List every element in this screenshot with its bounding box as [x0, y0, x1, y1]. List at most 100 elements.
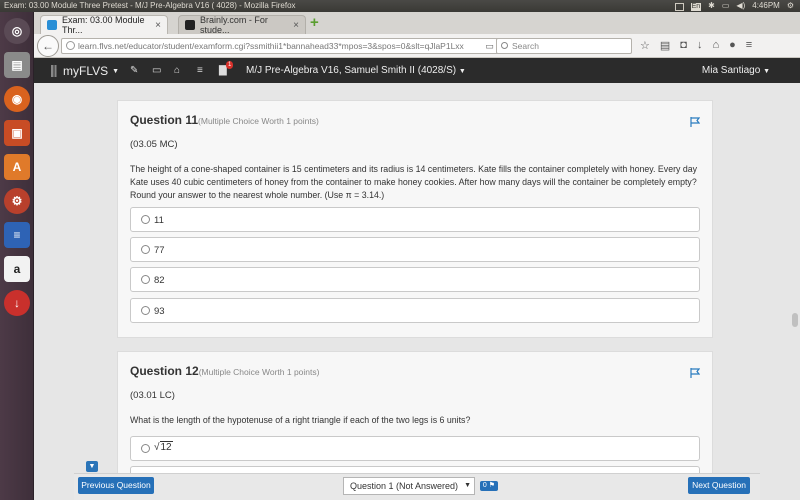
launcher: ◎ ▤ ◉ ▣ A ⚙ ≡ a ↓	[0, 12, 38, 500]
update-icon[interactable]: ↓	[4, 290, 30, 316]
download-icon[interactable]: ↓	[697, 39, 703, 52]
globe-icon	[66, 41, 75, 50]
answer-option[interactable]: 11	[130, 207, 700, 232]
previous-question-button[interactable]: Previous Question	[78, 477, 154, 494]
option-label: 77	[154, 245, 165, 256]
tab-brainly[interactable]: Brainly.com - For stude... ×	[178, 15, 306, 35]
option-label: 12	[159, 441, 173, 453]
new-tab-plus-icon[interactable]: +	[310, 15, 319, 30]
reader-view-icon[interactable]: ▭	[485, 39, 494, 53]
firefox-icon[interactable]: ◉	[4, 86, 30, 112]
chat-icon[interactable]: ●	[729, 39, 736, 52]
radio-button[interactable]	[141, 444, 150, 453]
inbox-icon[interactable]: ▭	[152, 65, 161, 76]
menu-icon[interactable]: ≡	[746, 39, 752, 52]
bookmark-star-icon[interactable]: ☆	[640, 39, 650, 52]
list-menu-icon[interactable]: ≡	[197, 65, 203, 76]
question-code: (03.05 MC)	[130, 139, 178, 150]
home-icon[interactable]: ⌂	[174, 65, 180, 76]
battery-icon[interactable]: ▭	[722, 0, 730, 12]
flvs-logo-icon	[51, 65, 59, 77]
radio-button[interactable]	[141, 215, 150, 224]
brand-menu[interactable]: myFLVS ▼	[51, 64, 119, 78]
back-button[interactable]: ←	[37, 35, 59, 57]
question-select[interactable]: Question 1 (Not Answered) ▼	[343, 477, 475, 495]
close-icon[interactable]: ×	[155, 20, 161, 31]
answer-option[interactable]: 82	[130, 267, 700, 292]
option-label: 93	[154, 306, 165, 317]
chevron-down-icon: ▼	[88, 463, 96, 470]
tab-exam[interactable]: Exam: 03.00 Module Thr... ×	[40, 15, 168, 35]
question-text: What is the length of the hypotenuse of …	[130, 415, 471, 425]
scrollbar-thumb[interactable]	[792, 313, 798, 327]
network-icon[interactable]	[674, 3, 684, 11]
url-bar[interactable]: learn.flvs.net/educator/student/examform…	[61, 38, 521, 54]
volume-icon[interactable]: ◀)	[736, 0, 745, 12]
system-tray: En ✱ ▭ ◀) 4:46PM ⚙	[674, 0, 794, 12]
reading-list-icon[interactable]: ▤	[660, 39, 670, 52]
caret-down-icon: ▼	[763, 68, 770, 75]
question-header: Question 12(Multiple Choice Worth 1 poin…	[130, 364, 319, 378]
impress-icon[interactable]: ▣	[4, 120, 30, 146]
question-header: Question 11(Multiple Choice Worth 1 poin…	[130, 113, 319, 127]
url-text: learn.flvs.net/educator/student/examform…	[78, 41, 464, 51]
question-title: Question 11	[130, 113, 199, 127]
question-worth: (Multiple Choice Worth 1 points)	[198, 367, 320, 377]
settings-icon[interactable]: ⚙	[4, 188, 30, 214]
writer-icon[interactable]: ≡	[4, 222, 30, 248]
caret-down-icon: ▼	[112, 67, 120, 75]
amazon-icon[interactable]: a	[4, 256, 30, 282]
search-placeholder: Search	[512, 41, 539, 51]
question-title: Question 12	[130, 364, 199, 378]
keyboard-layout-indicator[interactable]: En	[690, 3, 702, 11]
question-worth: (Multiple Choice Worth 1 points)	[198, 116, 319, 126]
clock[interactable]: 4:46PM	[752, 0, 780, 12]
close-icon[interactable]: ×	[293, 20, 299, 31]
radio-button[interactable]	[141, 306, 150, 315]
footer-toggle-button[interactable]: ▼	[86, 461, 98, 472]
flagged-count-button[interactable]: 0 ⚑	[480, 481, 498, 491]
pocket-icon[interactable]: ◘	[680, 39, 687, 52]
power-gear-icon[interactable]: ⚙	[787, 0, 794, 12]
course-selector[interactable]: M/J Pre-Algebra V16, Samuel Smith II (40…	[246, 65, 466, 76]
flag-icon: ⚑	[486, 482, 496, 489]
next-question-button[interactable]: Next Question	[688, 477, 750, 494]
notification-badge: 1	[226, 61, 234, 69]
tab-label: Exam: 03.00 Module Thr...	[62, 15, 145, 35]
answer-option[interactable]: 93	[130, 298, 700, 323]
browser-window: Exam: 03.00 Module Thr... × Brainly.com …	[34, 12, 800, 500]
sqrt-expression: √12	[154, 441, 173, 453]
screen: Exam: 03.00 Module Three Pretest - M/J P…	[0, 0, 800, 500]
window-title: Exam: 03.00 Module Three Pretest - M/J P…	[4, 1, 296, 10]
flag-icon[interactable]	[690, 117, 700, 127]
search-input[interactable]: Search	[496, 38, 632, 54]
radio-button[interactable]	[141, 275, 150, 284]
question-code: (03.01 LC)	[130, 390, 175, 401]
site-navbar: myFLVS ▼ ✎ ▭ ⌂ ≡ ▇ 1 M/J Pre-Algebra V16…	[34, 58, 800, 83]
brand-label: myFLVS	[63, 64, 109, 78]
browser-toolbar-icons: ☆ ▤ ◘ ↓ ⌂ ● ≡	[640, 39, 752, 52]
bluetooth-icon[interactable]: ✱	[708, 0, 715, 12]
answer-option[interactable]: 77	[130, 237, 700, 262]
software-center-icon[interactable]: A	[4, 154, 30, 180]
files-icon[interactable]: ▤	[4, 52, 30, 78]
flag-icon[interactable]	[690, 368, 700, 378]
question-text: The height of a cone-shaped container is…	[130, 164, 698, 200]
option-label: 82	[154, 275, 165, 286]
caret-down-icon: ▼	[458, 68, 466, 75]
home-icon[interactable]: ⌂	[712, 39, 719, 52]
radio-button[interactable]	[141, 245, 150, 254]
user-name: Mia Santiago	[701, 65, 761, 76]
option-label: 11	[154, 215, 164, 226]
tab-label: Brainly.com - For stude...	[200, 15, 268, 35]
os-top-panel: Exam: 03.00 Module Three Pretest - M/J P…	[0, 0, 800, 12]
user-menu[interactable]: Mia Santiago ▼	[702, 65, 770, 76]
ubuntu-dash-icon[interactable]: ◎	[4, 18, 30, 44]
question-select-value: Question 1 (Not Answered)	[350, 481, 459, 491]
answer-option[interactable]: √12	[130, 436, 700, 461]
tab-bar: Exam: 03.00 Module Thr... × Brainly.com …	[34, 12, 800, 35]
brainly-favicon-icon	[185, 20, 195, 30]
edit-pencil-icon[interactable]: ✎	[130, 65, 138, 76]
chevron-down-icon: ▼	[464, 482, 471, 489]
question-card: Question 11(Multiple Choice Worth 1 poin…	[117, 100, 713, 338]
